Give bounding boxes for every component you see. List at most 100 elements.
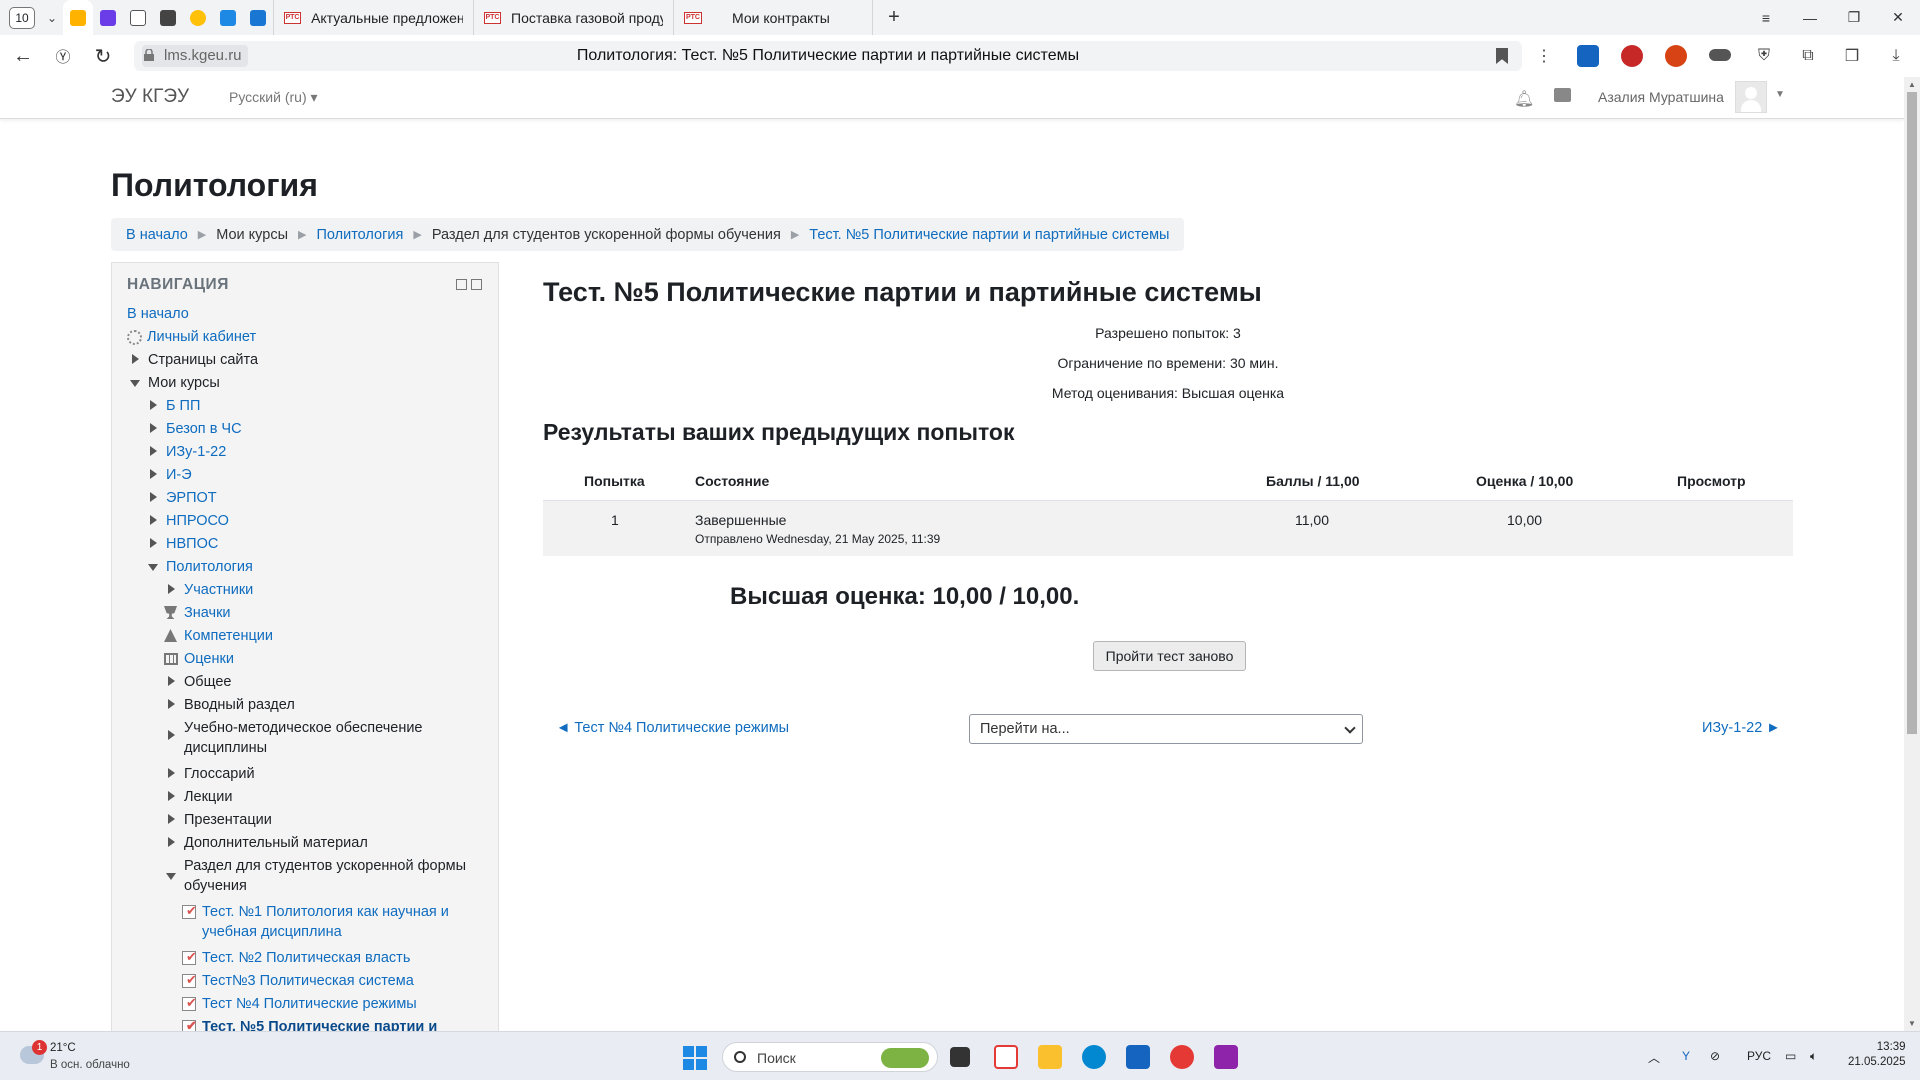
nav-dashboard[interactable]: Личный кабинет [127,327,256,347]
pinned-tab[interactable] [93,0,123,35]
nav-label[interactable]: Компетенции [184,628,273,644]
nav-section[interactable]: Общее [168,672,231,692]
nav-label[interactable]: ИЗу-1-22 [166,444,226,460]
nav-badges[interactable]: Значки [164,603,231,623]
nav-label[interactable]: учебная дисциплина [202,922,342,942]
store-icon[interactable] [1126,1045,1150,1069]
nav-label[interactable]: ЭРПОТ [166,490,217,506]
pinned-tab[interactable] [63,0,93,35]
extension-icon[interactable] [1709,49,1731,61]
nav-label[interactable]: Безоп в ЧС [166,421,242,437]
collections-icon[interactable]: ❒ [1841,45,1863,67]
collapse-block-icon[interactable] [456,279,467,290]
extension-icon[interactable] [1665,45,1687,67]
reload-button[interactable]: ↻ [83,36,123,76]
display-icon[interactable]: ▭ [1785,1049,1796,1063]
pinned-tab[interactable] [243,0,273,35]
avatar[interactable] [1735,81,1767,113]
dock-block-icon[interactable] [471,279,482,290]
nav-section[interactable]: Глоссарий [168,764,255,784]
nav-label[interactable]: Значки [184,605,231,621]
edge-icon[interactable] [1082,1045,1106,1069]
tab-counter[interactable]: 10 [9,6,35,29]
nav-section[interactable]: Лекции [168,787,232,807]
nav-label[interactable]: Оценки [184,651,234,667]
site-brand[interactable]: ЭУ КГЭУ [111,86,189,108]
user-name[interactable]: Азалия Муратшина [1598,89,1724,105]
nav-course[interactable]: Б ПП [150,396,200,416]
breadcrumb-quiz[interactable]: Тест. №5 Политические партии и партийные… [809,227,1169,243]
retake-quiz-button[interactable]: Пройти тест заново [1093,641,1246,671]
nav-course[interactable]: И-Э [150,465,192,485]
close-icon[interactable]: ✕ [1876,0,1920,35]
previous-activity-link[interactable]: ◄ Тест №4 Политические режимы [556,720,789,736]
nav-label[interactable]: НПРОСО [166,513,229,529]
nav-label[interactable]: Участники [184,582,253,598]
nav-course-current[interactable]: Политология [148,557,253,577]
nav-section[interactable]: Учебно-методическое обеспечение дисциплин… [168,718,423,756]
bell-icon[interactable]: 🔔︎ [1514,89,1534,109]
nav-section[interactable]: Презентации [168,810,272,830]
nav-course[interactable]: Безоп в ЧС [150,419,242,439]
nav-quiz[interactable]: ✔ Тест. №2 Политическая власть [182,948,410,968]
weather-temperature[interactable]: 21°C [50,1042,76,1054]
vertical-scrollbar[interactable]: ▲ ▼ [1904,77,1920,1031]
scroll-down-icon[interactable]: ▼ [1908,1019,1916,1028]
browser-tab[interactable]: РТС Мои контракты [673,0,873,35]
nav-label[interactable]: И-Э [166,467,192,483]
nav-course[interactable]: НВПОС [150,534,218,554]
chevron-up-icon[interactable]: ︿ [1648,1049,1660,1066]
pinned-tab[interactable] [213,0,243,35]
weather-description[interactable]: В осн. облачно [50,1059,130,1071]
breadcrumb-course[interactable]: Политология [316,227,403,243]
yandex-icon[interactable] [1170,1045,1194,1069]
nav-label[interactable]: Тест. №1 Политология как научная и [202,902,449,922]
shield-icon[interactable]: ⛨ [1753,45,1775,67]
nav-section[interactable]: Дополнительный материал [168,833,368,853]
next-activity-link[interactable]: ИЗу-1-22 ► [1702,720,1781,736]
restore-icon[interactable]: ❐ [1832,0,1876,35]
puzzle-icon[interactable]: ⧉ [1797,45,1819,67]
pinned-tab[interactable] [183,0,213,35]
nav-competencies[interactable]: Компетенции [164,626,273,646]
volume-icon[interactable]: 🔈︎ [1810,1049,1817,1064]
menu-icon[interactable]: ≡ [1744,0,1788,35]
back-button[interactable]: ← [3,36,43,76]
jump-to-select[interactable]: Перейти на... [969,714,1363,744]
nav-label[interactable]: НВПОС [166,536,218,552]
yandex-icon[interactable]: Ⓨ [43,36,83,76]
pinned-tab[interactable] [153,0,183,35]
chat-icon[interactable] [1554,88,1571,102]
nav-home[interactable]: В начало [127,304,189,324]
nav-section[interactable]: Вводный раздел [168,695,295,715]
nav-course[interactable]: ЭРПОТ [150,488,217,508]
more-icon[interactable]: ⋮ [1533,45,1555,67]
nav-label[interactable]: Личный кабинет [147,329,256,345]
clock[interactable]: 13:39 21.05.2025 [1848,1041,1906,1068]
browser-tab[interactable]: РТС Актуальные предложени [273,0,473,35]
yandex-extension-icon[interactable] [1577,45,1599,67]
chevron-down-icon[interactable]: ⌄ [41,11,63,25]
nav-course[interactable]: НПРОСО [150,511,229,531]
yandex-browser-icon[interactable] [994,1045,1018,1069]
nav-label[interactable]: В начало [127,306,189,322]
minimize-icon[interactable]: — [1788,0,1832,35]
nav-label[interactable]: Тест №4 Политические режимы [202,996,417,1012]
new-tab-button[interactable]: + [881,5,907,31]
yandex-tray-icon[interactable]: Y [1682,1049,1690,1063]
browser-tab[interactable]: РТС Поставка газовой продук [473,0,673,35]
omnibox[interactable]: lms.kgeu.ru Политология: Тест. №5 Полити… [134,41,1522,71]
nav-course[interactable]: ИЗу-1-22 [150,442,226,462]
nav-label[interactable]: Б ПП [166,398,200,414]
download-icon[interactable]: ⤓ [1885,45,1907,67]
winrar-icon[interactable] [1214,1045,1238,1069]
nav-quiz[interactable]: ✔ Тест№3 Политическая система [182,971,414,991]
scrollbar-thumb[interactable] [1907,92,1917,734]
extension-icon[interactable] [1621,45,1643,67]
nav-section-current[interactable]: Раздел для студентов ускоренной формы обу… [166,856,466,894]
taskbar-search[interactable]: Поиск [722,1042,938,1072]
file-explorer-icon[interactable] [1038,1045,1062,1069]
nav-label[interactable]: Тест. №2 Политическая власть [202,950,410,966]
caret-down-icon[interactable]: ▼ [1775,89,1785,100]
language-indicator[interactable]: РУС [1747,1049,1771,1063]
